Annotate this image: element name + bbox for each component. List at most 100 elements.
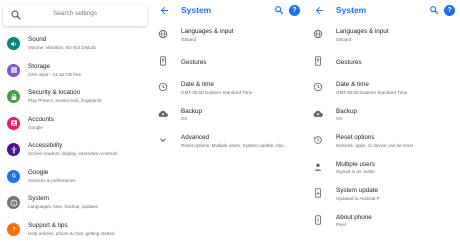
system-item-subtitle: GMT-05:00 Eastern Standard Time bbox=[181, 89, 253, 95]
help-icon: ? bbox=[7, 222, 20, 236]
settings-item-title: Accounts bbox=[28, 115, 54, 123]
system-item-subtitle: On bbox=[181, 116, 188, 121]
clock-icon bbox=[158, 82, 168, 92]
settings-home-panel: Search settings Sound Volume, vibration,… bbox=[0, 0, 150, 247]
settings-item-sound[interactable]: Sound Volume, vibration, Do Not Disturb bbox=[0, 33, 150, 60]
settings-item-subtitle: Google bbox=[28, 124, 43, 130]
system-item-languages[interactable]: Languages & input Gboard bbox=[309, 24, 460, 51]
person-icon bbox=[314, 163, 322, 171]
settings-item-subtitle: Languages, time, backup, updates bbox=[28, 204, 99, 209]
settings-item-system[interactable]: System Languages, time, backup, updates bbox=[0, 192, 150, 219]
system-item-title: Languages & input bbox=[181, 28, 234, 35]
app-toolbar: System ? bbox=[309, 0, 460, 22]
system-item-gestures[interactable]: Gestures bbox=[309, 51, 460, 78]
system-item-date-time[interactable]: Date & time GMT-05:00 Eastern Standard T… bbox=[154, 77, 305, 104]
page-title: System bbox=[181, 5, 212, 15]
page-title: System bbox=[336, 5, 367, 15]
lock-icon bbox=[7, 90, 20, 103]
system-item-gestures[interactable]: Gestures bbox=[154, 51, 305, 78]
app-toolbar: System ? bbox=[154, 0, 305, 22]
system-item-title: Date & time bbox=[181, 81, 214, 88]
gesture-icon bbox=[315, 55, 321, 66]
cloud-upload-icon bbox=[158, 110, 168, 117]
system-settings-list: Languages & input Gboard Gestures Date &… bbox=[154, 24, 305, 157]
accessibility-icon bbox=[7, 143, 20, 156]
settings-item-accessibility[interactable]: Accessibility Screen readers, display, i… bbox=[0, 139, 150, 166]
system-item-subtitle: Signed in as Justin bbox=[336, 169, 375, 174]
search-icon[interactable] bbox=[274, 5, 284, 15]
settings-item-title: Storage bbox=[28, 62, 51, 70]
settings-item-title: Google bbox=[28, 168, 49, 176]
system-item-reset-options[interactable]: Reset options Network, apps, or device c… bbox=[309, 130, 460, 157]
account-icon bbox=[7, 116, 20, 130]
settings-item-title: Sound bbox=[28, 36, 47, 43]
globe-icon bbox=[158, 29, 168, 39]
system-item-title: System update bbox=[336, 187, 379, 194]
system-item-title: Backup bbox=[336, 107, 358, 115]
system-item-languages[interactable]: Languages & input Gboard bbox=[154, 24, 305, 51]
system-expanded-panel: System ? Languages & input Gboard Gestur… bbox=[309, 0, 460, 247]
system-item-advanced[interactable]: Advanced Reset options, Multiple users, … bbox=[154, 130, 305, 157]
info-icon bbox=[7, 196, 20, 209]
phone-info-icon bbox=[315, 214, 321, 225]
settings-item-title: Accessibility bbox=[28, 142, 63, 149]
settings-item-support[interactable]: ? Support & tips Help articles, phone & … bbox=[0, 219, 150, 246]
settings-item-storage[interactable]: Storage 24% used - 24.16 GB free bbox=[0, 60, 150, 87]
svg-text:G: G bbox=[12, 174, 16, 180]
settings-item-subtitle: Help articles, phone & chat, getting sta… bbox=[28, 230, 115, 236]
chevron-down-icon bbox=[160, 138, 166, 143]
system-item-multiple-users[interactable]: Multiple users Signed in as Justin bbox=[309, 157, 460, 184]
search-icon[interactable] bbox=[429, 5, 439, 15]
system-item-title: Backup bbox=[181, 107, 203, 115]
system-item-subtitle: Network, apps, or device can be reset bbox=[336, 142, 414, 148]
history-icon bbox=[313, 136, 322, 144]
system-item-title: Gestures bbox=[181, 58, 207, 66]
gesture-icon bbox=[160, 55, 166, 66]
settings-category-list: Sound Volume, vibration, Do Not Disturb … bbox=[0, 33, 150, 245]
system-settings-list: Languages & input Gboard Gestures Date &… bbox=[309, 24, 460, 236]
settings-item-title: Support & tips bbox=[28, 221, 68, 229]
system-item-subtitle: GMT-05:00 Eastern Standard Time bbox=[336, 89, 408, 95]
settings-item-google[interactable]: G Google Services & preferences bbox=[0, 166, 150, 193]
system-item-subtitle: Pixel bbox=[336, 222, 346, 227]
settings-item-subtitle: Services & preferences bbox=[28, 177, 76, 183]
storage-icon bbox=[7, 63, 20, 77]
volume-icon bbox=[7, 37, 20, 50]
system-collapsed-panel: System ? Languages & input Gboard Gestur… bbox=[154, 0, 305, 247]
system-item-title: Date & time bbox=[336, 81, 369, 88]
help-button[interactable]: ? bbox=[289, 5, 300, 16]
settings-item-accounts[interactable]: Accounts Google bbox=[0, 113, 150, 140]
google-icon: G bbox=[7, 169, 20, 183]
settings-item-security[interactable]: Security & location Play Protect, screen… bbox=[0, 86, 150, 113]
system-item-title: Multiple users bbox=[336, 160, 375, 168]
settings-item-title: Security & location bbox=[28, 89, 81, 96]
system-item-subtitle: Reset options, Multiple users, System up… bbox=[181, 142, 288, 148]
system-item-system-update[interactable]: System update Updated to Android P bbox=[309, 183, 460, 210]
settings-item-title: System bbox=[28, 195, 49, 202]
settings-item-subtitle: 24% used - 24.16 GB free bbox=[28, 71, 82, 77]
search-settings-bar[interactable]: Search settings bbox=[3, 4, 147, 26]
globe-icon bbox=[313, 29, 323, 39]
back-arrow-icon[interactable] bbox=[159, 5, 170, 16]
system-item-subtitle: Gboard bbox=[181, 36, 197, 42]
system-item-title: About phone bbox=[336, 213, 372, 221]
help-button[interactable]: ? bbox=[444, 5, 455, 16]
settings-item-subtitle: Play Protect, screen lock, fingerprint bbox=[28, 98, 102, 103]
system-item-backup[interactable]: Backup On bbox=[154, 104, 305, 131]
system-item-subtitle: Updated to Android P bbox=[336, 195, 380, 201]
system-item-title: Languages & input bbox=[336, 28, 389, 35]
phone-update-icon bbox=[315, 188, 321, 198]
system-item-title: Reset options bbox=[336, 134, 375, 141]
cloud-upload-icon bbox=[313, 110, 323, 117]
system-item-title: Gestures bbox=[336, 58, 362, 66]
back-arrow-icon[interactable] bbox=[314, 5, 325, 16]
system-item-subtitle: Gboard bbox=[336, 36, 352, 42]
system-item-date-time[interactable]: Date & time GMT-05:00 Eastern Standard T… bbox=[309, 77, 460, 104]
clock-icon bbox=[313, 82, 323, 92]
system-item-about-phone[interactable]: About phone Pixel bbox=[309, 210, 460, 237]
system-item-backup[interactable]: Backup On bbox=[309, 104, 460, 131]
settings-item-subtitle: Volume, vibration, Do Not Disturb bbox=[28, 45, 96, 50]
system-item-subtitle: On bbox=[336, 116, 343, 121]
search-placeholder: Search settings bbox=[52, 10, 98, 17]
svg-text:?: ? bbox=[12, 227, 15, 233]
